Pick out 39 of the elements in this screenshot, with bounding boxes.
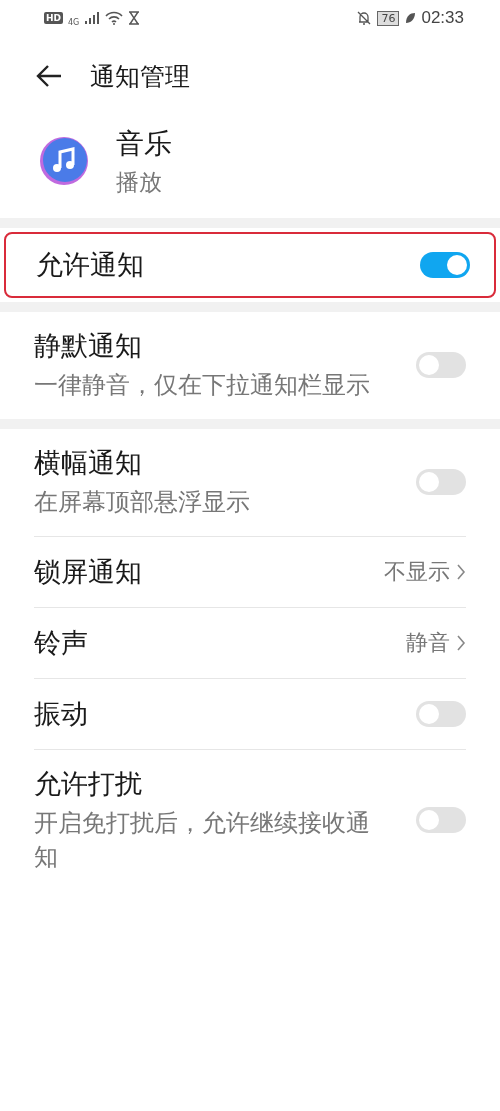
hd-badge: HD bbox=[44, 12, 63, 24]
setting-row[interactable]: 允许打扰 开启免打扰后，允许继续接收通知 bbox=[34, 749, 466, 892]
battery-level: 76 bbox=[377, 10, 400, 26]
setting-row[interactable]: 铃声 静音 bbox=[34, 607, 466, 678]
setting-row[interactable]: 振动 bbox=[34, 678, 466, 749]
app-subtitle: 播放 bbox=[116, 167, 163, 197]
setting-title: 静默通知 bbox=[34, 329, 143, 363]
hourglass-icon bbox=[128, 11, 141, 25]
setting-row[interactable]: 锁屏通知 不显示 bbox=[34, 536, 466, 607]
setting-row[interactable]: 静默通知 一律静音，仅在下拉通知栏显示 bbox=[34, 312, 466, 419]
bell-off-icon bbox=[356, 10, 373, 26]
setting-value: 静音 bbox=[406, 628, 450, 657]
chevron-icon bbox=[456, 633, 466, 652]
setting-title: 允许通知 bbox=[36, 248, 145, 282]
setting-value: 不显示 bbox=[384, 557, 450, 586]
setting-description: 一律静音，仅在下拉通知栏显示 bbox=[34, 370, 371, 401]
network-label: 4G bbox=[68, 17, 80, 27]
wifi-icon bbox=[105, 11, 124, 25]
setting-title: 铃声 bbox=[34, 625, 89, 660]
setting-description: 开启免打扰后，允许继续接收通知 bbox=[34, 807, 371, 874]
setting-title: 锁屏通知 bbox=[34, 554, 143, 589]
toggle-switch[interactable] bbox=[416, 807, 466, 834]
music-app-icon bbox=[38, 135, 90, 187]
setting-title: 允许打扰 bbox=[34, 766, 143, 801]
app-name: 音乐 bbox=[116, 125, 172, 162]
setting-title: 振动 bbox=[34, 696, 89, 731]
leaf-icon bbox=[404, 11, 417, 25]
chevron-icon bbox=[456, 562, 466, 581]
page-title: 通知管理 bbox=[90, 60, 190, 93]
signal-icon bbox=[84, 11, 101, 25]
toggle-switch[interactable] bbox=[416, 469, 466, 496]
setting-row[interactable]: 横幅通知 在屏幕顶部悬浮显示 bbox=[34, 428, 466, 536]
toggle-switch[interactable] bbox=[420, 252, 470, 278]
clock-time: 02:33 bbox=[421, 8, 464, 28]
toggle-switch[interactable] bbox=[416, 352, 466, 379]
setting-title: 横幅通知 bbox=[34, 445, 143, 480]
toggle-switch[interactable] bbox=[416, 700, 466, 727]
setting-description: 在屏幕顶部悬浮显示 bbox=[34, 486, 251, 518]
highlighted-setting-row[interactable]: 允许通知 bbox=[4, 232, 496, 298]
